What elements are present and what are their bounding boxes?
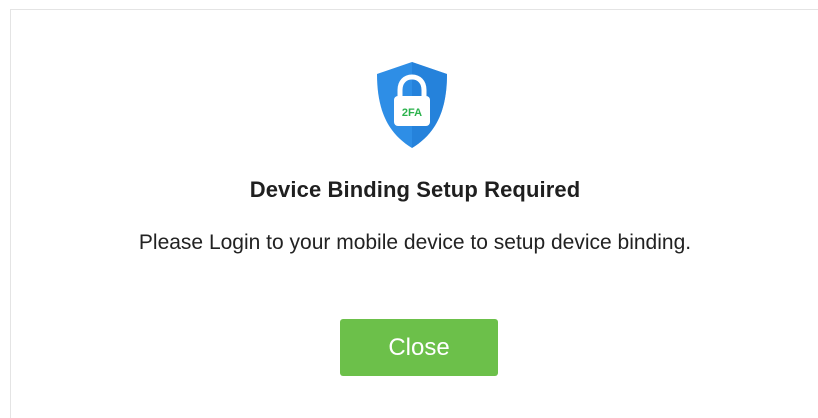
dialog-title: Device Binding Setup Required	[249, 177, 581, 202]
close-button[interactable]: Close	[340, 319, 498, 376]
device-binding-dialog: 2FA Device Binding Setup Required Please…	[10, 9, 818, 418]
dialog-message: Please Login to your mobile device to se…	[138, 231, 692, 254]
shield-2fa-text: 2FA	[402, 107, 422, 119]
shield-2fa-lock-icon: 2FA	[373, 60, 451, 150]
